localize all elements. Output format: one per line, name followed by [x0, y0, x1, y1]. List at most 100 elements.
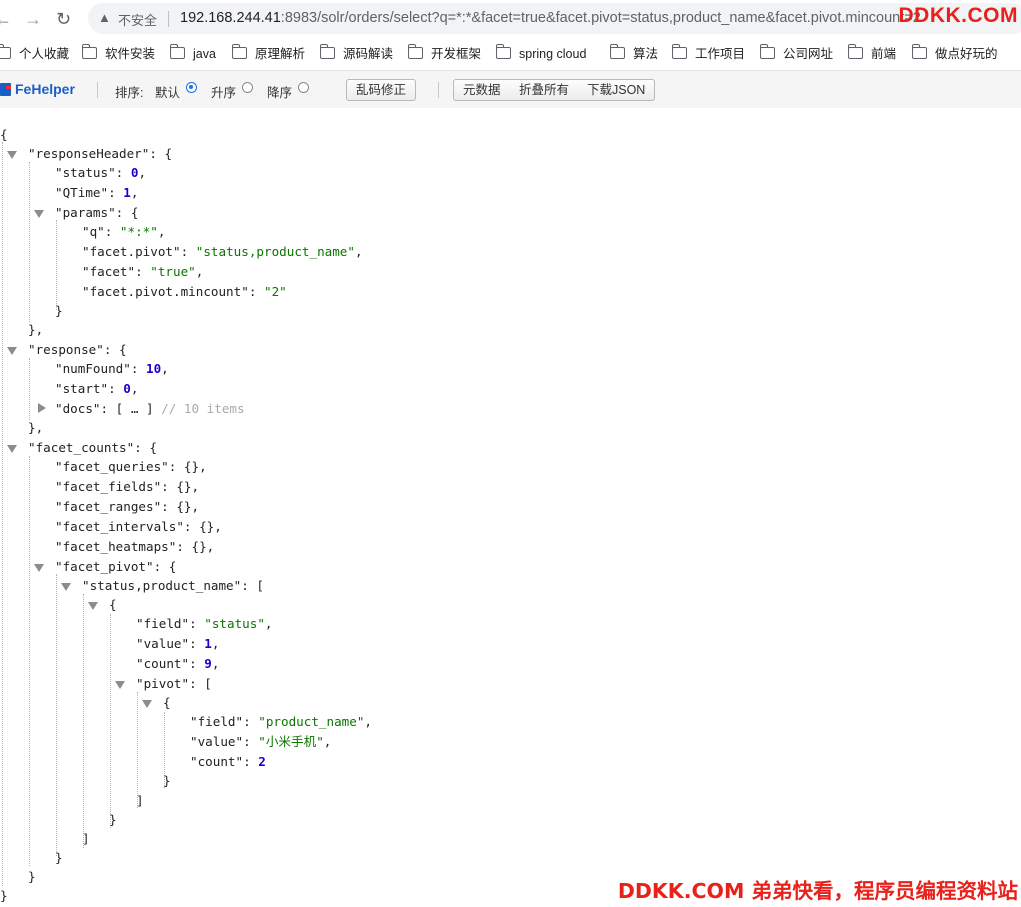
bookmark-folder[interactable]: 软件安装 — [81, 44, 155, 62]
expand-toggle-icon[interactable] — [38, 403, 46, 413]
bookmark-label: java — [193, 47, 216, 61]
collapse-toggle-icon[interactable] — [7, 445, 17, 453]
json-key: "facet" — [82, 264, 136, 279]
bookmark-label: 开发框架 — [431, 47, 482, 61]
download-json-button[interactable]: 下载JSON — [578, 79, 656, 101]
collapse-toggle-icon[interactable] — [115, 681, 125, 689]
json-line: "response": { — [28, 341, 127, 359]
bookmark-folder[interactable]: 个人收藏 — [0, 44, 70, 62]
fehelper-toolbar: FeHelper 排序: 默认 升序 降序 乱码修正 元数据 折叠所有 下载JS… — [0, 71, 1021, 109]
json-number: 1 — [123, 185, 131, 200]
sort-default-radio[interactable] — [186, 82, 197, 93]
url-host: 192.168.244.41 — [180, 10, 281, 26]
collapse-toggle-icon[interactable] — [88, 602, 98, 610]
fehelper-logo[interactable]: FeHelper — [0, 81, 75, 97]
fehelper-logo-text: FeHelper — [15, 81, 75, 97]
sort-default-label[interactable]: 默认 — [155, 82, 180, 101]
json-brace: } — [55, 303, 63, 318]
json-brace: } — [0, 888, 8, 903]
json-line: "facet_pivot": { — [55, 558, 176, 576]
encoding-fix-button[interactable]: 乱码修正 — [346, 79, 417, 101]
bookmark-label: 个人收藏 — [19, 47, 70, 61]
collapse-toggle-icon[interactable] — [34, 564, 44, 572]
sort-desc-radio[interactable] — [298, 82, 309, 93]
bookmark-label: 算法 — [633, 47, 659, 61]
json-punct: : [ — [241, 578, 264, 593]
json-line: "facet_fields": {}, — [55, 478, 199, 496]
bookmark-folder[interactable]: 算法 — [609, 44, 659, 62]
json-line: "status,product_name": [ — [82, 577, 264, 595]
json-line: { — [0, 126, 8, 144]
insecure-label[interactable]: 不安全 — [118, 10, 157, 29]
json-key: "field" — [136, 616, 190, 631]
json-number: 0 — [130, 165, 139, 180]
json-collapsed-array[interactable]: : [ … ] — [101, 401, 154, 416]
json-brace: { — [163, 695, 171, 710]
bookmark-folder[interactable]: 源码解读 — [319, 44, 394, 62]
reload-icon[interactable]: ↻ — [56, 8, 71, 30]
json-bracket: ] — [136, 793, 144, 808]
collapse-toggle-icon[interactable] — [61, 583, 71, 591]
json-string: "status" — [204, 616, 265, 631]
sort-asc-radio[interactable] — [242, 82, 253, 93]
json-line: "facet_intervals": {}, — [55, 518, 222, 536]
json-brace: } — [55, 850, 63, 865]
folder-icon — [169, 44, 185, 59]
json-line: "q": "*:*", — [82, 224, 166, 239]
bookmarks-bar: 个人收藏 软件安装 java 原理解析 源码解读 开发框架 spring clo… — [0, 38, 1021, 71]
bookmark-folder[interactable]: 做点好玩的 — [911, 44, 998, 62]
sort-desc-label[interactable]: 降序 — [267, 82, 292, 101]
json-key: "facet_queries" — [55, 459, 169, 474]
folder-icon — [847, 44, 863, 59]
json-line: "count": 2 — [190, 754, 266, 769]
json-line: } — [0, 887, 8, 905]
bookmark-folder[interactable]: java — [169, 44, 216, 62]
json-line: ] — [82, 830, 90, 848]
warning-icon[interactable]: ▲ — [98, 10, 111, 25]
indent-guide — [83, 594, 84, 848]
bookmark-folder[interactable]: 原理解析 — [231, 44, 305, 62]
json-punct: : {}, — [161, 479, 200, 494]
json-line: "value": 1, — [136, 636, 220, 651]
bookmark-folder[interactable]: 工作项目 — [671, 44, 745, 62]
json-brace: }, — [28, 420, 44, 435]
bookmark-folder[interactable]: 开发框架 — [407, 44, 482, 62]
url-text[interactable]: 192.168.244.41:8983/solr/orders/select?q… — [180, 10, 1000, 26]
json-line: { — [109, 596, 117, 614]
json-key: "facet_heatmaps" — [55, 539, 177, 554]
raw-data-button[interactable]: 元数据 — [453, 79, 511, 101]
bookmark-label: 公司网址 — [783, 47, 834, 61]
json-key: "QTime" — [55, 185, 109, 200]
bookmark-label: 源码解读 — [343, 47, 394, 61]
folder-icon — [407, 44, 423, 59]
forward-arrow-icon[interactable]: → — [24, 8, 42, 30]
json-punct: : {}, — [183, 519, 222, 534]
bookmark-folder[interactable]: 前端 — [847, 44, 896, 62]
omnibox[interactable]: ▲ 不安全 192.168.244.41:8983/solr/orders/se… — [88, 3, 1021, 34]
json-brace: } — [109, 812, 117, 827]
collapse-toggle-icon[interactable] — [7, 151, 17, 159]
sort-asc-label[interactable]: 升序 — [211, 82, 236, 101]
indent-guide — [29, 456, 30, 866]
json-line: "value": "小米手机", — [190, 734, 332, 749]
collapse-toggle-icon[interactable] — [34, 210, 44, 218]
json-key: "status" — [55, 165, 116, 180]
json-number: 9 — [204, 656, 212, 671]
json-string: "status,product_name" — [195, 244, 355, 259]
toolbar-divider — [97, 82, 98, 98]
collapse-toggle-icon[interactable] — [7, 347, 17, 355]
folder-icon — [759, 44, 775, 59]
json-punct: : [ — [189, 676, 212, 691]
bookmark-folder[interactable]: 公司网址 — [759, 44, 834, 62]
back-arrow-icon[interactable]: ← — [0, 8, 12, 30]
json-viewer: { "responseHeader": { "status": 0, "QTim… — [0, 108, 1021, 907]
folder-icon — [231, 44, 247, 59]
bookmark-folder[interactable]: spring cloud — [495, 44, 586, 62]
json-line: } — [28, 868, 36, 886]
folder-icon — [81, 44, 97, 59]
json-key: "q" — [82, 224, 105, 239]
collapse-all-button[interactable]: 折叠所有 — [510, 79, 580, 101]
json-comment: // 10 items — [161, 401, 245, 416]
json-key: "facet_fields" — [55, 479, 162, 494]
collapse-toggle-icon[interactable] — [142, 700, 152, 708]
